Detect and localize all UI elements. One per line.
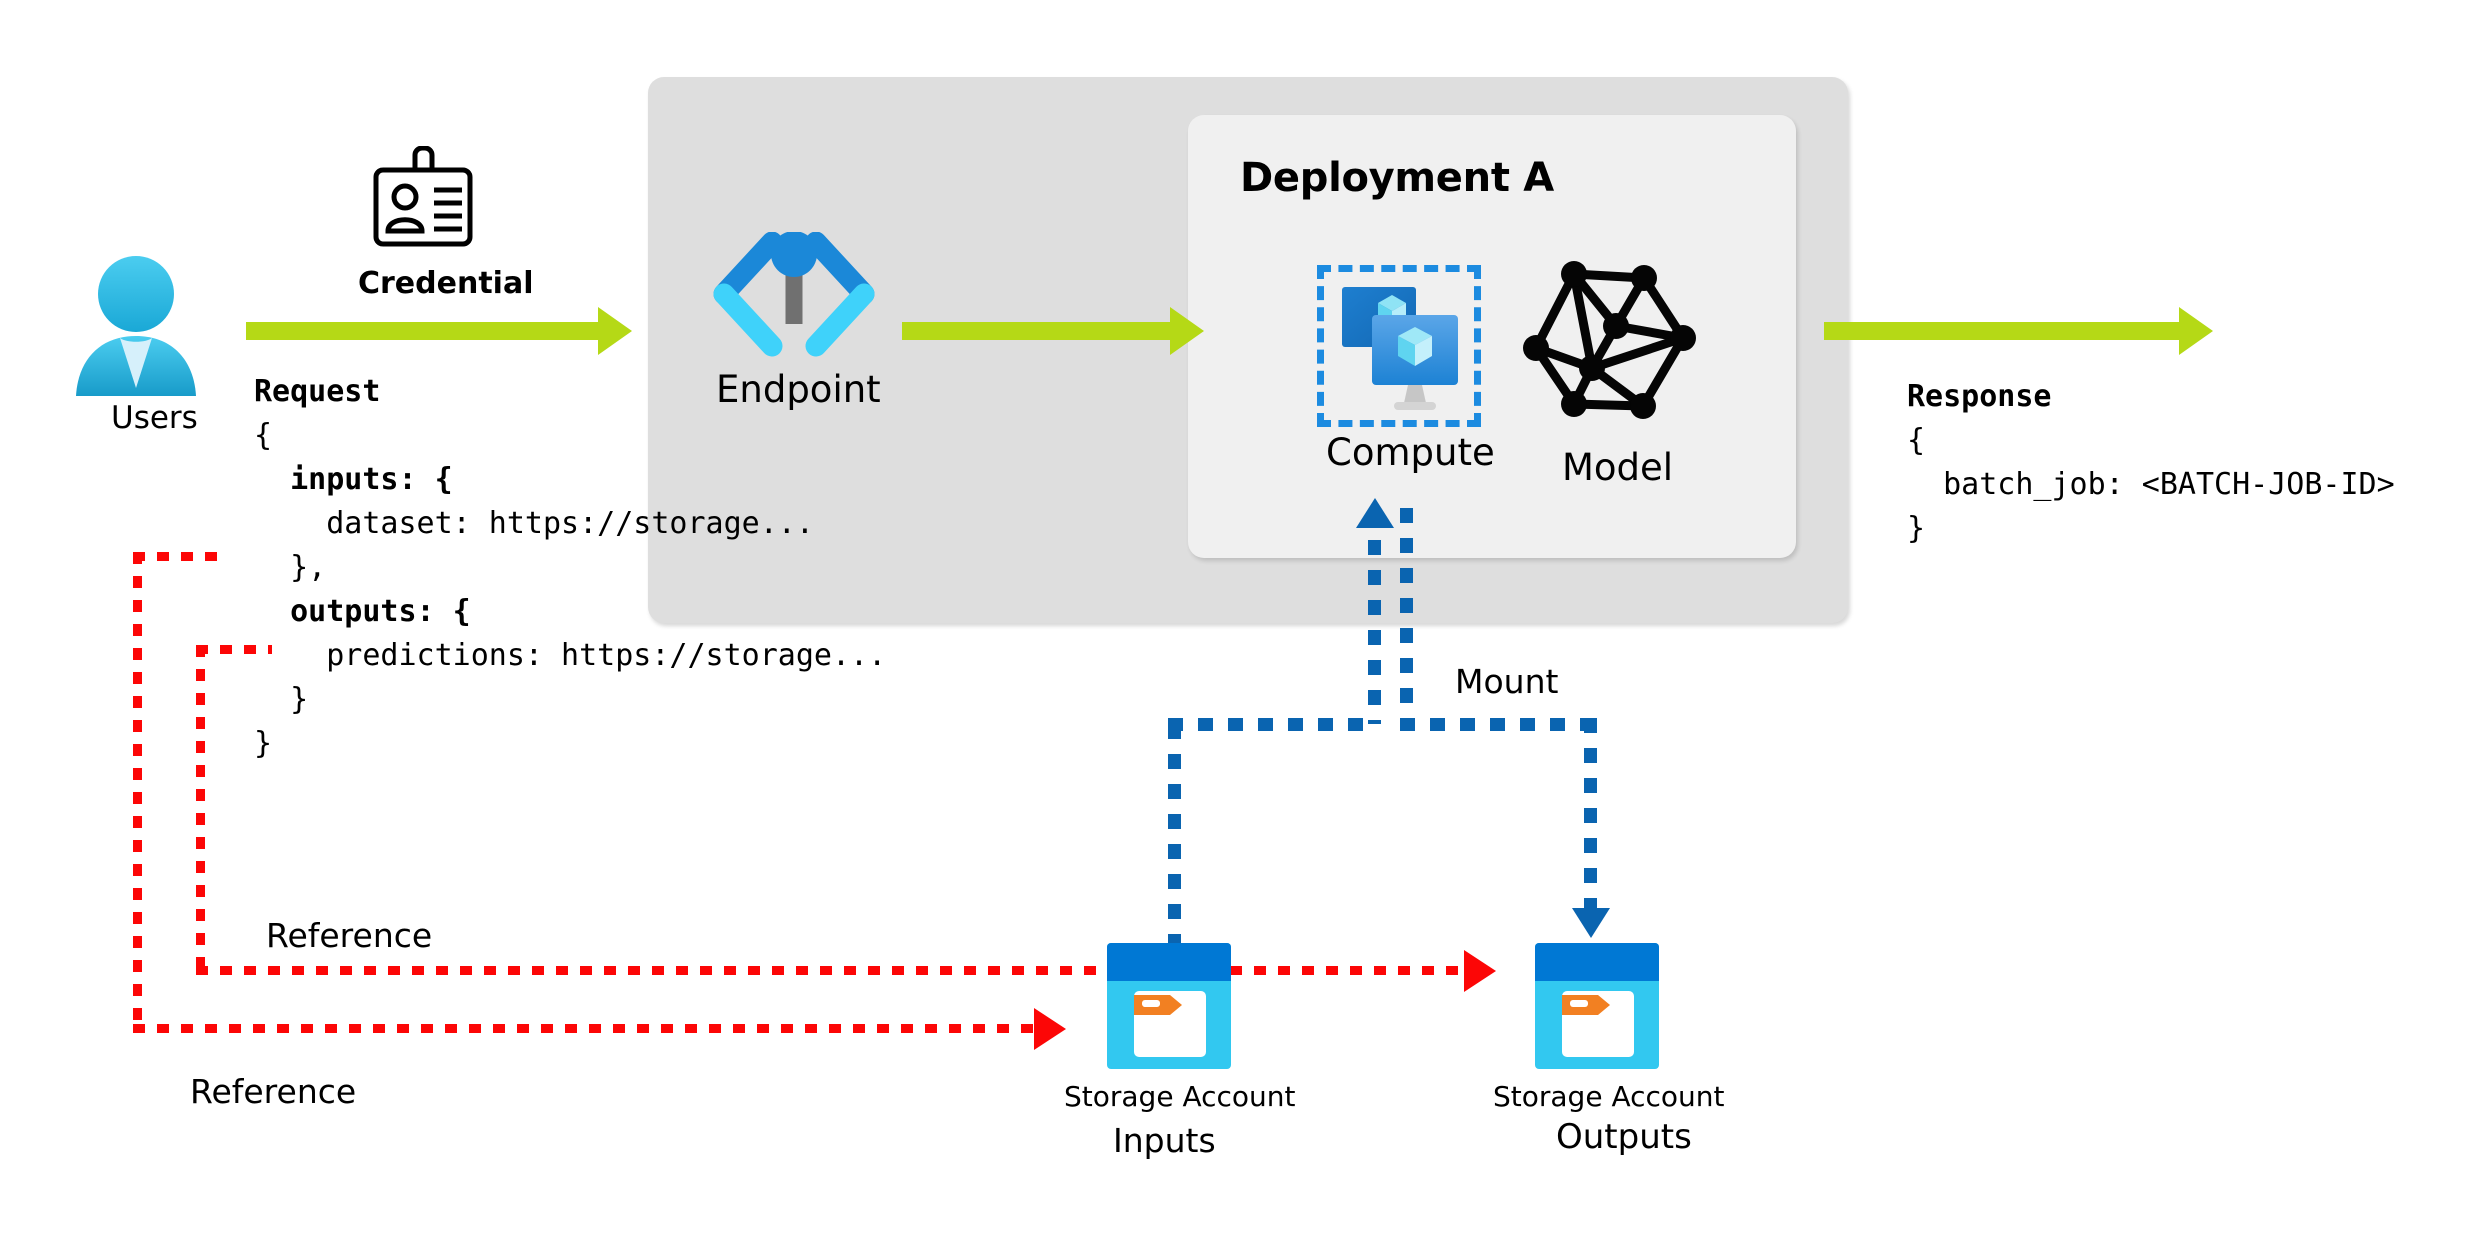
diagram-canvas: Deployment A Users Credential Request {… — [0, 0, 2473, 1236]
response-line-1: batch_job: <BATCH-JOB-ID> — [1907, 467, 2395, 502]
mount-outputs-vertical-upper — [1400, 508, 1413, 726]
storage-outputs-label-line1: Storage Account — [1493, 1080, 1725, 1113]
model-icon — [1523, 261, 1696, 419]
response-line-0: { — [1907, 423, 1926, 458]
flow-arrow-deployment-head — [1170, 307, 1204, 355]
response-heading: Response — [1907, 379, 2052, 414]
mount-outputs-horizontal — [1400, 718, 1597, 731]
credential-icon — [373, 146, 473, 247]
storage-inputs-label-line1: Storage Account — [1064, 1080, 1296, 1113]
request-line-5: predictions: https://storage... — [254, 638, 887, 673]
request-line-6: } — [254, 682, 309, 717]
request-line-3: }, — [254, 550, 327, 585]
mount-label: Mount — [1455, 662, 1559, 701]
mount-inputs-arrowhead — [1356, 498, 1394, 528]
reference-2-horizontal-top — [133, 552, 221, 561]
reference-1-horizontal-top — [196, 645, 272, 654]
request-line-4: outputs: { — [254, 594, 471, 629]
mount-inputs-vertical-lower — [1168, 724, 1181, 952]
reference-label-2: Reference — [190, 1072, 357, 1111]
flow-arrow-response-head — [2179, 307, 2213, 355]
model-label: Model — [1562, 446, 1674, 489]
flow-arrow-deployment-shaft — [902, 322, 1170, 340]
mount-inputs-horizontal — [1168, 718, 1375, 731]
storage-inputs-label-line2: Inputs — [1113, 1121, 1216, 1160]
storage-outputs-label-line2: Outputs — [1556, 1117, 1692, 1157]
request-line-2: dataset: https://storage... — [254, 506, 814, 541]
compute-icon — [1342, 287, 1458, 410]
request-line-1: inputs: { — [254, 462, 453, 497]
reference-1-vertical — [196, 645, 205, 975]
reference-2-arrowhead — [1034, 1008, 1066, 1050]
credential-label: Credential — [358, 266, 534, 301]
deployment-title: Deployment A — [1240, 155, 1554, 201]
request-line-7: } — [254, 726, 273, 761]
mount-outputs-vertical-lower — [1584, 718, 1597, 910]
reference-2-horizontal-bottom — [133, 1024, 1034, 1033]
users-icon — [76, 256, 196, 396]
flow-arrow-request-shaft — [246, 322, 598, 340]
response-block: Response { batch_job: <BATCH-JOB-ID> } — [1907, 375, 2395, 551]
reference-3-horizontal — [1230, 966, 1464, 975]
request-block: Request { inputs: { dataset: https://sto… — [254, 370, 886, 766]
request-line-0: { — [254, 418, 273, 453]
mount-outputs-arrowhead — [1572, 908, 1610, 938]
users-label: Users — [111, 400, 198, 436]
compute-label: Compute — [1326, 431, 1495, 474]
response-line-2: } — [1907, 511, 1926, 546]
reference-label-1: Reference — [266, 916, 433, 955]
reference-3-arrowhead — [1464, 950, 1496, 992]
flow-arrow-response-shaft — [1824, 322, 2179, 340]
endpoint-label: Endpoint — [716, 368, 881, 411]
endpoint-icon — [713, 232, 875, 357]
mount-inputs-vertical-upper — [1368, 510, 1381, 724]
storage-account-inputs-icon — [1107, 943, 1231, 1069]
reference-1-horizontal-bottom — [196, 966, 1104, 975]
reference-2-vertical — [133, 552, 142, 1032]
storage-account-outputs-icon — [1535, 943, 1659, 1069]
flow-arrow-request-head — [598, 307, 632, 355]
